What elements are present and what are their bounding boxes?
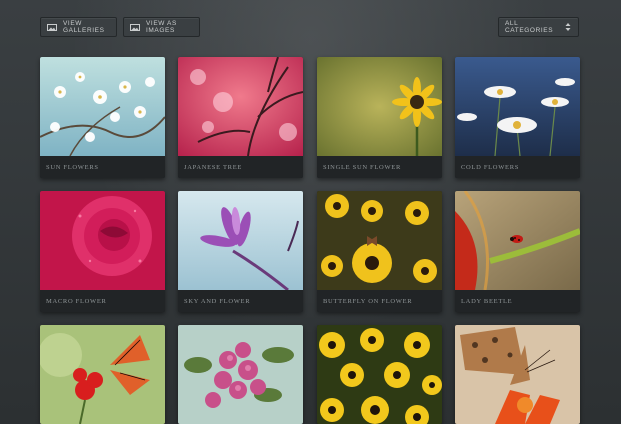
gallery-caption: Single Sun Flower	[317, 156, 442, 178]
updown-chevron-icon	[565, 22, 571, 32]
gallery-card[interactable]	[317, 325, 442, 424]
gallery-card[interactable]: Sun Flowers	[40, 57, 165, 178]
gallery-photo	[455, 191, 580, 290]
gallery-card[interactable]: Butterfly on Flower	[317, 191, 442, 312]
gallery-photo	[455, 57, 580, 156]
view-as-images-button[interactable]: View as Images	[123, 17, 200, 37]
gallery-photo	[178, 57, 303, 156]
gallery-card[interactable]: Lady Beetle	[455, 191, 580, 312]
image-icon	[47, 23, 57, 31]
view-galleries-button[interactable]: View Galleries	[40, 17, 117, 37]
gallery-photo	[40, 57, 165, 156]
view-as-images-label: View as Images	[146, 20, 177, 34]
gallery-caption: Butterfly on Flower	[317, 290, 442, 312]
gallery-caption: Sky and Flower	[178, 290, 303, 312]
gallery-photo	[317, 325, 442, 424]
gallery-photo	[178, 325, 303, 424]
gallery-card[interactable]: Single Sun Flower	[317, 57, 442, 178]
gallery-card[interactable]: Sky and Flower	[178, 191, 303, 312]
gallery-card[interactable]: Macro Flower	[40, 191, 165, 312]
category-select-value: All Categories	[505, 20, 554, 34]
gallery-caption: Macro Flower	[40, 290, 165, 312]
gallery-card[interactable]	[40, 325, 165, 424]
gallery-caption: Japanese Tree	[178, 156, 303, 178]
gallery-caption: Lady Beetle	[455, 290, 580, 312]
gallery-photo	[178, 191, 303, 290]
gallery-card[interactable]	[455, 325, 580, 424]
toolbar: View Galleries View as Images All Catego…	[40, 17, 579, 37]
gallery-photo	[317, 191, 442, 290]
image-icon	[130, 23, 140, 31]
gallery-caption: Cold Flowers	[455, 156, 580, 178]
gallery-photo	[317, 57, 442, 156]
category-select[interactable]: All Categories	[498, 17, 579, 37]
view-galleries-label: View Galleries	[63, 20, 105, 34]
gallery-card[interactable]: Cold Flowers	[455, 57, 580, 178]
gallery-photo	[40, 325, 165, 424]
gallery-caption: Sun Flowers	[40, 156, 165, 178]
gallery-photo	[455, 325, 580, 424]
gallery-card[interactable]: Japanese Tree	[178, 57, 303, 178]
gallery-photo	[40, 191, 165, 290]
gallery-card[interactable]	[178, 325, 303, 424]
